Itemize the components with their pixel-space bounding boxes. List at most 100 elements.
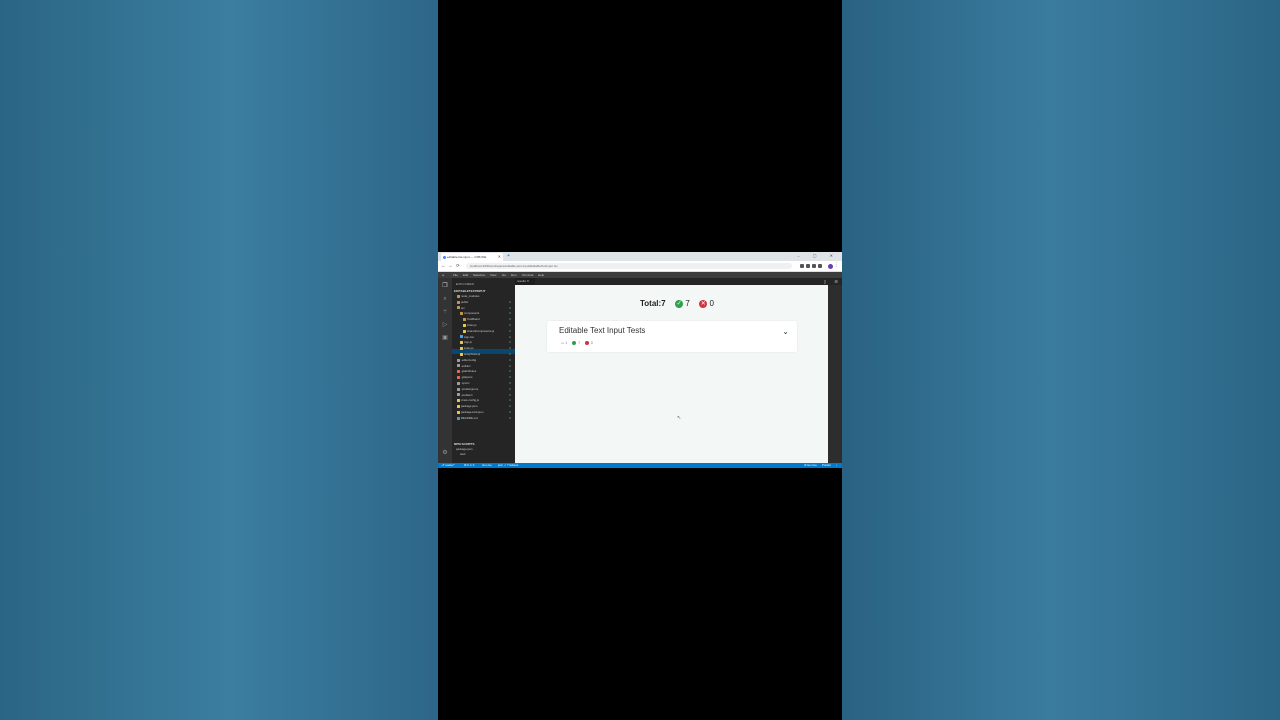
git-status-badge: U (509, 300, 511, 304)
check-icon (572, 341, 577, 346)
bell-icon[interactable]: ♪ (836, 463, 837, 468)
file-icon (457, 399, 460, 403)
editor-scrollbar[interactable] (828, 285, 842, 464)
tree-item-label: .editorconfig (461, 357, 477, 362)
tree-item[interactable]: node_modules (457, 294, 479, 299)
check-icon: ✓ (675, 300, 684, 308)
file-icon (457, 387, 460, 391)
puzzle-icon[interactable] (812, 264, 816, 268)
tree-item-label: sharedComponents.js (467, 328, 495, 333)
git-status-badge: U (509, 416, 511, 420)
close-tab-icon[interactable]: ✕ (498, 253, 501, 261)
chevron-down-icon[interactable]: ⌄ (782, 327, 789, 336)
x-icon: ✕ (699, 300, 708, 308)
extensions-icon[interactable]: ▣ (442, 335, 448, 341)
status-bar: ⎇ master* ⊗ 0 ⚠ 0 Go Live jest: ✓ 7 fail… (438, 463, 842, 468)
profile-avatar[interactable] (828, 263, 833, 269)
tree-item[interactable]: .prettierrc U (457, 392, 511, 398)
run-debug-icon[interactable]: ▷ (442, 322, 448, 328)
address-bar[interactable]: localhost:3000/workspace/editable-text-i… (466, 263, 792, 269)
source-control-icon[interactable]: ⑂ (442, 309, 448, 315)
mouse-cursor-icon: ↖ (677, 415, 682, 421)
tree-item[interactable]: setupTests.js U (460, 352, 511, 357)
sidebar-icon[interactable] (818, 264, 822, 268)
git-status-badge: U (509, 324, 511, 327)
window-controls[interactable]: – ▢ ✕ (797, 253, 839, 258)
status-go-live-left[interactable]: Go Live (482, 463, 492, 468)
tree-item[interactable]: sharedComponents.js U (463, 328, 511, 334)
tree-item-label: .prettierignore (461, 386, 479, 391)
list-view-icon[interactable]: ☰ (834, 279, 838, 284)
npm-scripts-header[interactable]: NPM SCRIPTS (454, 442, 475, 446)
tree-item-label: index.js (467, 323, 477, 327)
tree-item-label: setupTests.js (464, 352, 481, 356)
tree-item[interactable]: README.md U (457, 416, 511, 421)
tree-item[interactable]: src U (457, 305, 511, 311)
browser-tab[interactable]: editable-list-input — CSB IDE ✕ (441, 253, 503, 261)
file-icon (457, 364, 460, 368)
status-jest[interactable]: jest: ✓ 7 failures (498, 463, 518, 468)
explorer-icon[interactable]: ❐ (442, 283, 448, 289)
tree-item[interactable]: index.js U (463, 323, 511, 328)
extension-icon[interactable] (800, 264, 804, 268)
file-icon (460, 346, 463, 350)
file-icon (457, 375, 460, 379)
status-branch[interactable]: ⎇ master* (441, 463, 455, 468)
tree-item[interactable]: App.css U (460, 335, 511, 340)
git-status-badge: U (509, 399, 511, 403)
npm-item-start[interactable]: start (460, 452, 465, 457)
test-results-preview: Total:7 ✓ 7 ✕ 0 Editable Text Input Test… (515, 285, 828, 464)
test-suite-card[interactable]: Editable Text Input Tests ⌄ ▭ 1 7 0 (547, 321, 797, 352)
project-folder[interactable]: EDITABLETEXTINPUT (454, 289, 485, 293)
tree-item-label: .eslintrc (461, 363, 471, 368)
results-summary: Total:7 ✓ 7 ✕ 0 (640, 299, 714, 309)
new-tab-button[interactable]: + (507, 253, 510, 259)
tree-item-label: src (461, 305, 465, 310)
tree-item[interactable]: index.js U (460, 346, 511, 351)
gear-icon[interactable]: ⚙ (442, 450, 448, 456)
screen-recording: editable-list-input — CSB IDE ✕ + – ▢ ✕ … (438, 252, 842, 468)
suite-title: Editable Text Input Tests (559, 326, 646, 335)
reload-icon[interactable]: ⟳ (456, 263, 460, 269)
tree-item[interactable]: package.json U (457, 404, 511, 409)
tree-item[interactable]: App.js U (460, 340, 511, 345)
activity-bar: ❐ ⌕ ⑂ ▷ ▣ ⚙ (438, 278, 452, 464)
failed-count: 0 (709, 299, 714, 308)
tree-item-label: .gitattributes (461, 369, 477, 374)
git-status-badge: U (509, 306, 511, 310)
forward-icon[interactable]: → (448, 263, 453, 268)
tree-item[interactable]: craco.config.js U (457, 398, 511, 403)
back-icon[interactable]: ← (441, 263, 446, 268)
tree-item[interactable]: .prettierignore U (457, 386, 511, 392)
tree-item[interactable]: .eslintrc U (457, 363, 511, 369)
status-problems[interactable]: ⊗ 0 ⚠ 0 (464, 463, 474, 468)
tree-item-label: public (461, 299, 469, 304)
tree-item[interactable]: TestBoard U (463, 317, 511, 322)
git-status-badge: U (509, 353, 511, 356)
tree-item[interactable]: .gitignore U (457, 375, 511, 380)
tree-item[interactable]: .npmrc U (457, 381, 511, 386)
git-status-badge: U (509, 393, 511, 397)
extension-icon[interactable] (806, 264, 810, 268)
tree-item[interactable]: public U (457, 299, 511, 305)
tree-item-label: .prettierrc (461, 392, 473, 397)
total-label: Total:7 (640, 299, 666, 308)
explorer-sidebar: EXPLORER EDITABLETEXTINPUT node_modules p… (452, 278, 515, 464)
status-prettier[interactable]: Prettier (822, 463, 831, 468)
search-icon[interactable]: ⌕ (442, 296, 448, 302)
tree-item[interactable]: .editorconfig U (457, 357, 511, 363)
tree-item-label: .gitignore (461, 375, 473, 380)
split-editor-icon[interactable]: ▯ (824, 279, 826, 284)
tree-item[interactable]: package-lock.json U (457, 410, 511, 415)
git-status-badge: U (509, 341, 511, 345)
file-icon (457, 404, 460, 408)
editor-tab-bar: results ✕ ▯ ☰ (515, 278, 842, 285)
status-go-live[interactable]: ⊘ Go Live (804, 463, 817, 468)
file-icon (463, 329, 466, 333)
editor-tab-results[interactable]: results ✕ (515, 278, 535, 285)
more-icon[interactable]: ⋮ (834, 262, 839, 268)
folder-icon (460, 312, 463, 316)
tree-item[interactable]: .gitattributes U (457, 369, 511, 374)
folder-icon (457, 300, 460, 304)
tree-item[interactable]: components U (460, 311, 511, 316)
